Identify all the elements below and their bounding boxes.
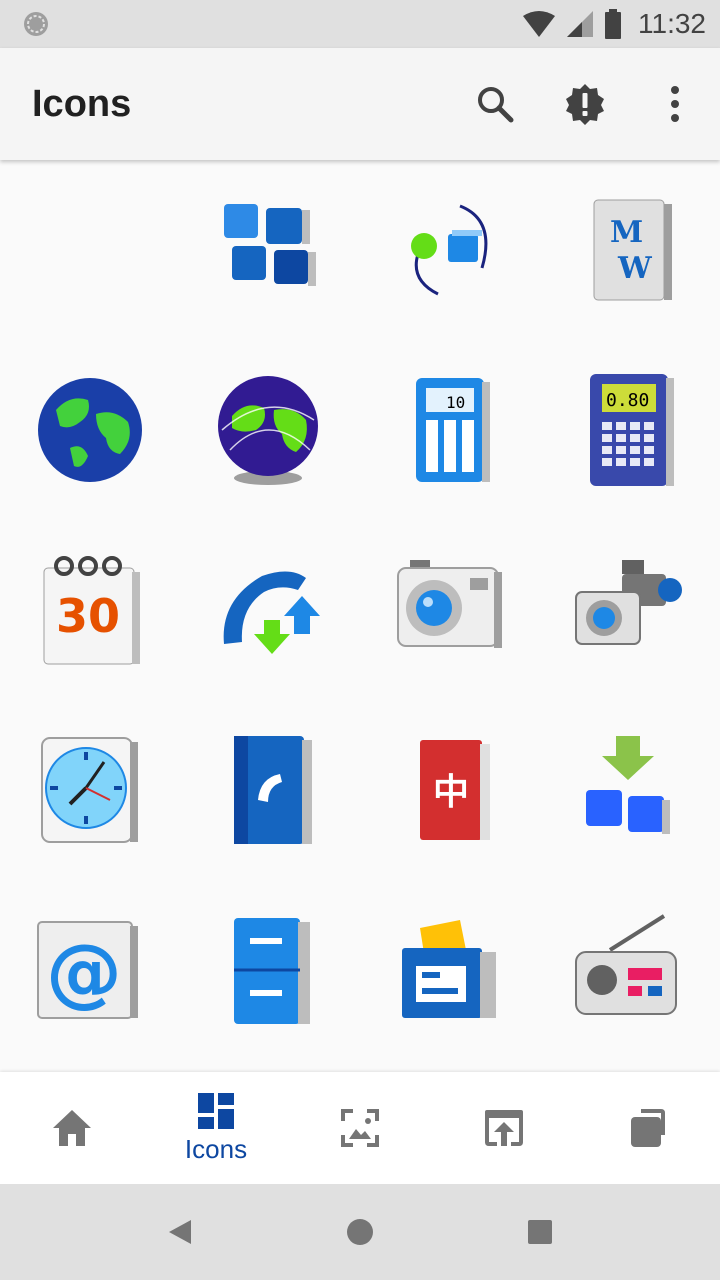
more-vert-icon — [671, 86, 679, 122]
camera-video-icon — [575, 560, 682, 645]
dictionary-glyph: 中 — [433, 772, 469, 813]
nav-icons-label: Icons — [184, 1133, 248, 1164]
mediawiki-icon: M W — [593, 199, 672, 301]
icon-grid: M W 10 0.80 30 中 @ — [0, 160, 720, 1072]
icon-cell[interactable] — [360, 520, 540, 700]
icon-cell[interactable] — [360, 880, 540, 1060]
icon-cell[interactable] — [540, 520, 720, 700]
at-symbol: @ — [46, 927, 122, 1016]
report-button[interactable] — [540, 59, 630, 149]
icon-cell[interactable]: 中 — [360, 700, 540, 880]
icon-cell[interactable]: 0.80 — [540, 340, 720, 520]
nav-icons[interactable]: Icons — [144, 1072, 288, 1184]
cards-icon — [631, 1109, 665, 1147]
radio-icon — [575, 914, 677, 1015]
icon-cell[interactable] — [180, 520, 360, 700]
nav-requests[interactable] — [576, 1072, 720, 1184]
calculator-display: 10 — [446, 393, 465, 412]
app-actions — [450, 48, 720, 160]
install-package-icon — [586, 736, 670, 834]
open-in-browser-icon — [485, 1110, 523, 1146]
calculator-icon: 10 — [416, 378, 490, 482]
status-bar: 11:32 — [0, 0, 720, 48]
windows-tiles-icon — [224, 204, 316, 286]
icon-cell[interactable] — [180, 880, 360, 1060]
app-bar: Icons — [0, 48, 720, 160]
icon-cell[interactable]: 30 — [0, 520, 180, 700]
cell-signal-icon — [567, 11, 593, 37]
status-right: 11:32 — [522, 8, 706, 40]
home-button[interactable] — [330, 1202, 390, 1262]
home-circle-icon — [347, 1219, 373, 1245]
wifi-icon — [523, 11, 555, 37]
icon-cell[interactable]: @ — [0, 880, 180, 1060]
calculator-display: 0.80 — [606, 390, 649, 411]
icon-cell[interactable] — [180, 340, 360, 520]
svg-text:M: M — [610, 215, 643, 250]
icon-cell[interactable] — [180, 700, 360, 880]
status-time: 11:32 — [638, 8, 706, 39]
file-manager-icon — [402, 920, 496, 1018]
search-icon — [478, 87, 514, 123]
clock-icon — [41, 737, 138, 843]
overflow-menu-button[interactable] — [630, 59, 720, 149]
scientific-calculator-icon: 0.80 — [590, 374, 674, 486]
page-title: Icons — [32, 82, 132, 125]
nav-apply[interactable] — [432, 1072, 576, 1184]
icon-cell[interactable] — [0, 700, 180, 880]
icon-cell[interactable] — [540, 700, 720, 880]
system-navigation-bar — [0, 1184, 720, 1280]
icon-cell[interactable] — [0, 1060, 180, 1072]
icon-cell[interactable] — [0, 340, 180, 520]
bottom-navigation: Icons — [0, 1072, 720, 1184]
wallpaper-icon — [341, 1109, 379, 1147]
sync-status-icon — [24, 12, 48, 36]
calendar-day: 30 — [56, 589, 120, 643]
icon-cell[interactable] — [360, 160, 540, 340]
globe-icon — [38, 378, 142, 482]
file-cabinet-icon — [234, 918, 310, 1024]
icon-cell[interactable] — [540, 880, 720, 1060]
icon-cell[interactable]: 10 — [360, 340, 540, 520]
calendar-icon: 30 — [43, 556, 140, 665]
icon-cell[interactable]: M W — [540, 160, 720, 340]
home-icon — [53, 1110, 91, 1146]
icon-cell[interactable] — [180, 160, 360, 340]
network-connection-icon — [411, 204, 488, 296]
back-button[interactable] — [150, 1202, 210, 1262]
back-triangle-icon — [169, 1220, 191, 1244]
nav-home[interactable] — [0, 1072, 144, 1184]
battery-icon — [605, 9, 621, 39]
nav-wallpapers[interactable] — [288, 1072, 432, 1184]
dictionary-icon: 中 — [420, 740, 490, 840]
email-at-icon: @ — [37, 921, 138, 1019]
recents-button[interactable] — [510, 1202, 570, 1262]
network-globe-icon — [218, 376, 318, 485]
phone-transfer-icon — [223, 571, 320, 654]
search-button[interactable] — [450, 59, 540, 149]
recents-square-icon — [528, 1220, 552, 1244]
dashboard-icon — [198, 1092, 234, 1129]
alert-badge-icon — [566, 84, 604, 125]
svg-text:W: W — [617, 251, 653, 286]
photo-camera-icon — [397, 560, 502, 648]
address-book-icon — [234, 736, 312, 844]
